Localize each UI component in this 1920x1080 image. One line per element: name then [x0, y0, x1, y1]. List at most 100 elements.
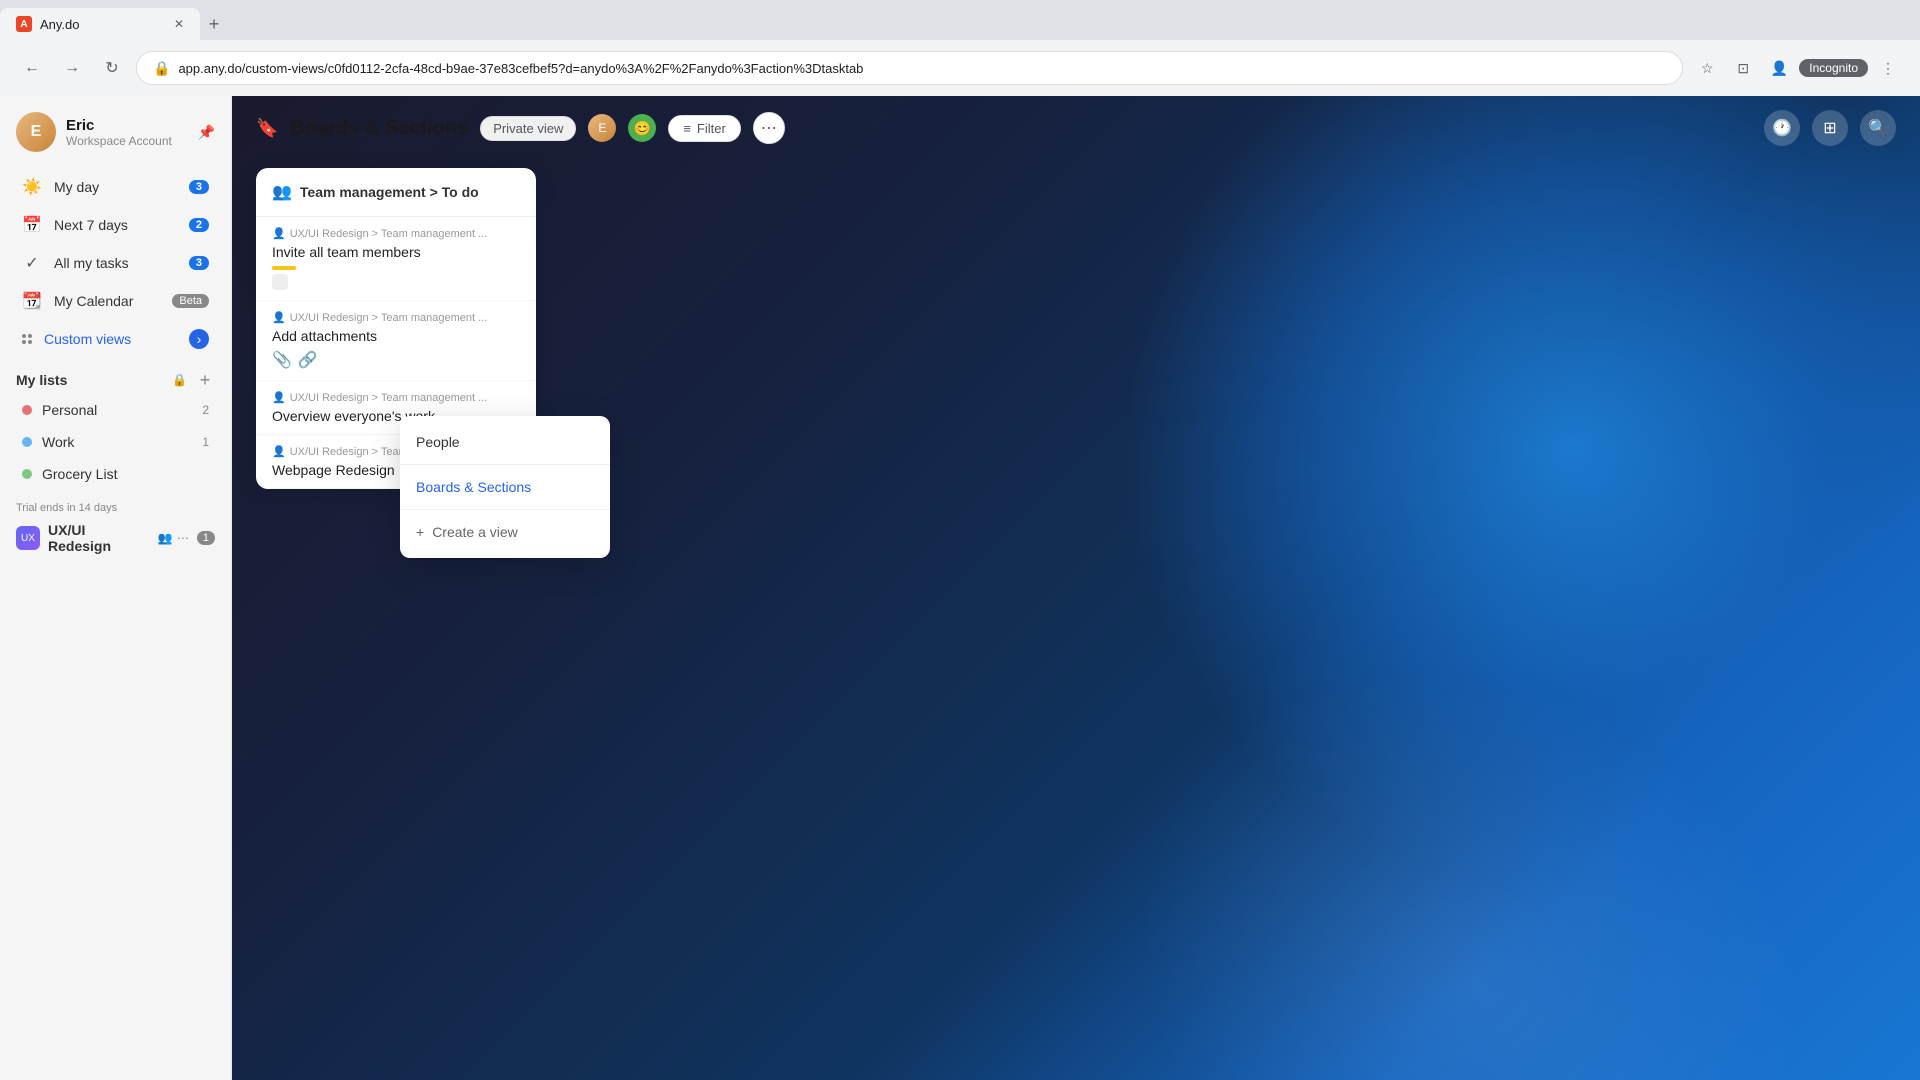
- nav-badge-next-7: 2: [189, 218, 209, 232]
- task-meta-2: 👤 UX/UI Redesign > Team management ...: [272, 311, 520, 324]
- bookmark-star-button[interactable]: ☆: [1691, 52, 1723, 84]
- team-icon: 👥: [272, 182, 292, 202]
- personal-list-dot: [22, 405, 32, 415]
- profile-button[interactable]: 👤: [1763, 52, 1795, 84]
- new-tab-button[interactable]: +: [200, 10, 228, 38]
- list-item-grocery[interactable]: Grocery List: [6, 459, 225, 489]
- tab-favicon: A: [16, 16, 32, 32]
- task-meta-3: 👤 UX/UI Redesign > Team management ...: [272, 391, 520, 404]
- clock-icon-button[interactable]: 🕐: [1764, 110, 1800, 146]
- browser-chrome: A Any.do ✕ + ← → ↻ 🔒 app.any.do/custom-v…: [0, 0, 1920, 96]
- task-extra-icon-1: [272, 274, 288, 290]
- tab-close-button[interactable]: ✕: [174, 17, 184, 31]
- incognito-badge: Incognito: [1799, 59, 1868, 77]
- create-view-plus-icon: +: [416, 524, 424, 540]
- filter-icon: ≡: [683, 121, 691, 136]
- sidebar-item-all-tasks[interactable]: ✓ All my tasks 3: [6, 245, 225, 281]
- refresh-button[interactable]: ↻: [96, 52, 128, 84]
- workspace-name: UX/UI Redesign: [48, 522, 150, 554]
- list-item-work[interactable]: Work 1: [6, 427, 225, 457]
- bookmark-icon: 🔖: [256, 118, 278, 139]
- main-content: 🔖 Boards & Sections Private view E 😊 ≡ F…: [232, 96, 1920, 1080]
- menu-button[interactable]: ⋮: [1872, 52, 1904, 84]
- user-section: E Eric Workspace Account 📌: [0, 96, 231, 168]
- nav-label-all-tasks: All my tasks: [54, 255, 177, 271]
- nav-badge-my-day: 3: [189, 180, 209, 194]
- my-lists-add-button[interactable]: +: [195, 370, 215, 390]
- nav-label-next-7: Next 7 days: [54, 217, 177, 233]
- my-lists-title: My lists: [16, 372, 164, 388]
- grocery-list-name: Grocery List: [42, 466, 209, 482]
- sun-icon: ☀️: [22, 177, 42, 197]
- workspace-more-icon[interactable]: ⋯: [177, 531, 189, 545]
- my-lists-section-header: My lists 🔒 +: [0, 358, 231, 394]
- checkmark-icon: ✓: [22, 253, 42, 273]
- private-view-button[interactable]: Private view: [480, 116, 576, 141]
- task-meta-1: 👤 UX/UI Redesign > Team management ...: [272, 227, 520, 240]
- back-button[interactable]: ←: [16, 52, 48, 84]
- calendar-icon: 📅: [22, 215, 42, 235]
- user-info: Eric Workspace Account: [66, 117, 188, 148]
- task-priority-bar-1: [272, 266, 296, 270]
- workspace-count-badge: 1: [197, 531, 215, 545]
- chain-icon: 🔗: [298, 350, 318, 370]
- list-item-personal[interactable]: Personal 2: [6, 395, 225, 425]
- work-list-dot: [22, 437, 32, 447]
- forward-button[interactable]: →: [56, 52, 88, 84]
- tab-label: Any.do: [40, 17, 80, 32]
- nav-actions: ☆ ⊡ 👤 Incognito ⋮: [1691, 52, 1904, 84]
- teammate-avatar-topbar: 😊: [628, 114, 656, 142]
- page-title: Boards & Sections: [290, 117, 468, 140]
- workspace-icon: UX: [16, 526, 40, 550]
- task-meta-text-3: UX/UI Redesign > Team management ...: [290, 392, 488, 404]
- filter-button[interactable]: ≡ Filter: [668, 115, 740, 142]
- active-tab[interactable]: A Any.do ✕: [0, 8, 200, 40]
- user-avatar-topbar: E: [588, 114, 616, 142]
- beta-badge: Beta: [172, 294, 209, 308]
- user-name: Eric: [66, 117, 188, 134]
- top-bar-right-actions: 🕐 ⊞ 🔍: [1764, 110, 1896, 146]
- work-list-count: 1: [202, 435, 209, 449]
- task-icon-2: 👤: [272, 311, 286, 324]
- pin-icon: 📌: [198, 124, 215, 141]
- sidebar-item-calendar[interactable]: 📆 My Calendar Beta: [6, 283, 225, 319]
- work-list-name: Work: [42, 434, 192, 450]
- sidebar-item-next-7-days[interactable]: 📅 Next 7 days 2: [6, 207, 225, 243]
- task-icon-4: 👤: [272, 445, 286, 458]
- nav-label-my-day: My day: [54, 179, 177, 195]
- task-icon-3: 👤: [272, 391, 286, 404]
- nav-badge-all-tasks: 3: [189, 256, 209, 270]
- task-meta-text-2: UX/UI Redesign > Team management ...: [290, 312, 488, 324]
- address-bar[interactable]: 🔒 app.any.do/custom-views/c0fd0112-2cfa-…: [136, 51, 1683, 85]
- trial-text: Trial ends in 14 days: [16, 502, 215, 514]
- user-subtitle: Workspace Account: [66, 134, 188, 148]
- task-item-2[interactable]: 👤 UX/UI Redesign > Team management ... A…: [256, 301, 536, 381]
- custom-views-add-button[interactable]: ›: [189, 329, 209, 349]
- dropdown-create-view[interactable]: + Create a view: [400, 514, 610, 550]
- task-text-2: Add attachments: [272, 328, 520, 344]
- task-text-1: Invite all team members: [272, 244, 520, 260]
- calendar2-icon: 📆: [22, 291, 42, 311]
- workspace-item[interactable]: UX UX/UI Redesign 👥 ⋯ 1: [16, 518, 215, 558]
- extension-button[interactable]: ⊡: [1727, 52, 1759, 84]
- app-layout: E Eric Workspace Account 📌 ☀️ My day 3 📅…: [0, 96, 1920, 1080]
- layout-icon-button[interactable]: ⊞: [1812, 110, 1848, 146]
- custom-views-dropdown: People Boards & Sections + Create a view: [400, 416, 610, 558]
- custom-views-label: Custom views: [44, 331, 177, 347]
- dropdown-item-boards[interactable]: Boards & Sections: [400, 469, 610, 505]
- grid-icon: [22, 334, 32, 344]
- dropdown-header: People: [400, 424, 610, 460]
- filter-label: Filter: [697, 121, 726, 136]
- dropdown-divider-2: [400, 509, 610, 510]
- grocery-list-dot: [22, 469, 32, 479]
- sidebar-item-custom-views[interactable]: Custom views ›: [6, 321, 225, 357]
- top-bar: 🔖 Boards & Sections Private view E 😊 ≡ F…: [232, 96, 1920, 160]
- workspace-actions: 👥 ⋯: [158, 531, 189, 545]
- more-options-button[interactable]: ⋯: [753, 112, 785, 144]
- task-item-1[interactable]: 👤 UX/UI Redesign > Team management ... I…: [256, 217, 536, 301]
- sidebar-item-my-day[interactable]: ☀️ My day 3: [6, 169, 225, 205]
- task-attachments-2: 📎 🔗: [272, 350, 520, 370]
- search-icon-button[interactable]: 🔍: [1860, 110, 1896, 146]
- avatar: E: [16, 112, 56, 152]
- nav-bar: ← → ↻ 🔒 app.any.do/custom-views/c0fd0112…: [0, 40, 1920, 96]
